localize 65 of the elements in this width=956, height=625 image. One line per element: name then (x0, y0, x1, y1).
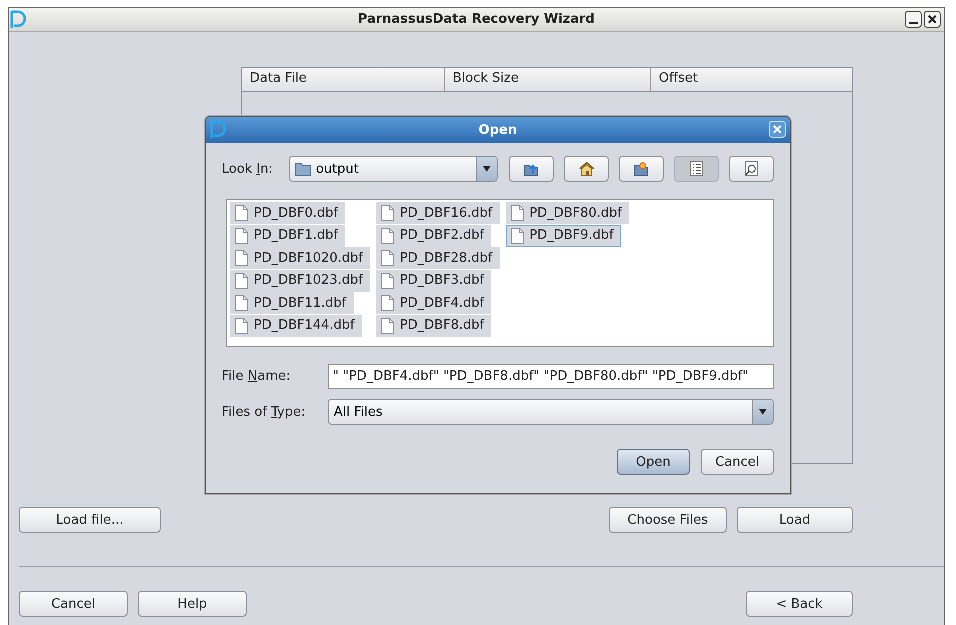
document-icon (235, 318, 248, 334)
document-icon (235, 228, 248, 244)
file-item[interactable]: PD_DBF28.dbf (376, 247, 500, 269)
column-header[interactable]: Data File (242, 68, 445, 91)
document-icon (381, 228, 394, 244)
file-name-field[interactable]: " "PD_DBF4.dbf" "PD_DBF8.dbf" "PD_DBF80.dbf" "PD_DBF9.dbf" (328, 364, 774, 389)
file-item[interactable]: PD_DBF144.dbf (230, 314, 362, 336)
file-type-value: All Files (333, 404, 384, 420)
wizard-button[interactable]: Cancel (19, 591, 128, 617)
file-item[interactable]: PD_DBF1023.dbf (230, 270, 370, 292)
file-item[interactable]: PD_DBF4.dbf (376, 292, 492, 314)
document-icon (510, 228, 524, 244)
wizard-button[interactable]: < Back (746, 591, 853, 617)
details-view-icon (744, 161, 760, 177)
column-header[interactable]: Offset (651, 68, 852, 91)
document-icon (235, 250, 248, 266)
document-icon (235, 295, 248, 311)
document-icon (510, 205, 524, 221)
file-item[interactable]: PD_DBF0.dbf (230, 202, 346, 224)
file-item[interactable]: PD_DBF11.dbf (230, 292, 354, 314)
look-in-label: Look In: (222, 162, 274, 176)
dialog-button[interactable]: Open (617, 449, 690, 475)
dialog-title: Open (478, 122, 518, 138)
close-icon[interactable] (924, 11, 941, 28)
folder-up-button[interactable] (509, 156, 554, 182)
list-view-button[interactable] (674, 156, 719, 182)
file-item[interactable]: PD_DBF80.dbf (506, 202, 630, 224)
document-icon (381, 205, 394, 221)
home-icon (578, 161, 594, 177)
file-type-dropdown[interactable]: All Files (328, 399, 774, 425)
app-logo-icon (210, 120, 226, 139)
file-item[interactable]: PD_DBF1.dbf (230, 224, 346, 246)
app-logo-icon (10, 10, 26, 29)
minimize-icon[interactable] (905, 11, 922, 28)
document-icon (381, 318, 394, 334)
file-item[interactable]: PD_DBF9.dbf (506, 224, 621, 246)
document-icon (235, 205, 248, 221)
wizard-button[interactable]: Choose Files (609, 507, 727, 533)
window-title: ParnassusData Recovery Wizard (358, 12, 595, 27)
new-folder-button[interactable] (619, 156, 664, 182)
file-item[interactable]: PD_DBF2.dbf (376, 224, 492, 246)
look-in-value: output (316, 162, 359, 176)
document-icon (235, 272, 248, 288)
document-icon (381, 295, 394, 311)
list-view-icon (688, 161, 704, 177)
file-item[interactable]: PD_DBF8.dbf (376, 314, 492, 336)
dialog-button[interactable]: Cancel (701, 449, 774, 475)
file-item[interactable]: PD_DBF1020.dbf (230, 247, 370, 269)
folder-icon (295, 162, 312, 176)
document-icon (381, 250, 394, 266)
wizard-button[interactable]: Help (138, 591, 247, 617)
details-view-button[interactable] (729, 156, 774, 182)
wizard-button[interactable]: Load file... (19, 507, 161, 533)
wizard-button[interactable]: Load (737, 507, 853, 533)
look-in-dropdown[interactable]: output (289, 156, 498, 182)
dropdown-arrow-icon (759, 409, 767, 415)
column-header[interactable]: Block Size (445, 68, 651, 91)
document-icon (381, 272, 394, 288)
home-button[interactable] (564, 156, 609, 182)
file-type-label: Files of Type: (222, 404, 306, 420)
file-item[interactable]: PD_DBF3.dbf (376, 270, 492, 292)
file-item[interactable]: PD_DBF16.dbf (376, 202, 500, 224)
dropdown-arrow-icon (483, 166, 491, 172)
new-folder-icon (634, 161, 650, 177)
file-name-label: File Name: (222, 369, 291, 384)
